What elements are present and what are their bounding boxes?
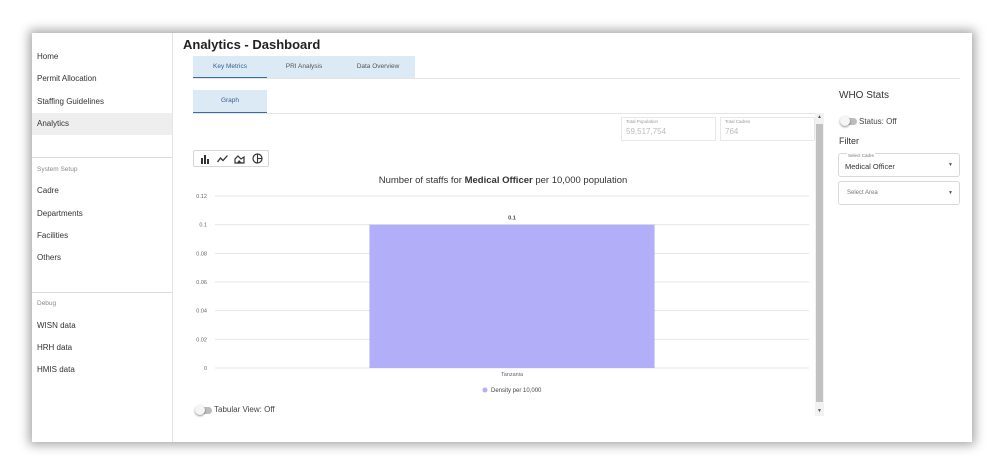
chart-scrollbar[interactable]: ▲ ▼ [815,113,824,416]
chevron-down-icon: ▼ [948,190,953,196]
sidebar-item-facilities[interactable]: Facilities [32,225,172,247]
scroll-down-arrow-icon[interactable]: ▼ [815,407,824,416]
sidebar-item-permit-allocation[interactable]: Permit Allocation [32,68,172,90]
area-select[interactable]: Select Area ▼ [838,181,960,205]
total-cadres-value: 764 [725,127,739,136]
chevron-down-icon: ▼ [948,162,953,168]
tab-bar: Key Metrics PRI Analysis Data Overview [193,56,415,78]
sidebar-item-hmis-data[interactable]: HMIS data [32,359,172,381]
scrollbar-thumb[interactable] [816,124,823,402]
sidebar-item-wisn-data[interactable]: WISN data [32,315,172,337]
sidebar-item-hrh-data[interactable]: HRH data [32,337,172,359]
bar-chart-icon[interactable] [198,152,212,166]
cadre-select-value: Medical Officer [845,162,895,171]
legend-label: Density per 10,000 [491,388,542,394]
cadre-select-label: Select Cadre [847,153,876,158]
y-tick-label: 0.12 [196,194,207,200]
bar-data-label: 0.1 [508,216,516,222]
y-tick-label: 0 [204,366,207,372]
chart-title: Number of staffs for Medical Officer per… [379,175,628,186]
total-population-field: Total Population 59,517,754 [621,117,716,141]
tab-key-metrics[interactable]: Key Metrics [193,56,267,78]
legend-swatch [482,387,488,393]
total-cadres-field: Total Cadres 764 [720,117,815,141]
filter-title: Filter [839,136,859,146]
y-tick-label: 0.1 [199,223,207,229]
y-tick-label: 0.04 [196,309,207,315]
x-tick-label: Tanzania [501,372,524,378]
area-select-placeholder: Select Area [847,190,878,196]
sidebar-item-analytics[interactable]: Analytics [32,113,172,135]
sidebar-divider [32,157,172,158]
who-status-toggle[interactable] [840,116,857,126]
y-tick-label: 0.02 [196,337,207,343]
who-stats-title: WHO Stats [839,90,890,101]
tab-divider [193,78,960,79]
total-population-value: 59,517,754 [626,127,667,136]
bar-chart: Number of staffs for Medical Officer per… [196,175,809,394]
tab-pri-analysis[interactable]: PRI Analysis [267,56,341,78]
line-chart-icon[interactable] [215,152,229,166]
pie-chart-icon[interactable] [250,152,264,166]
sidebar: Home Permit Allocation Staffing Guidelin… [32,33,173,442]
sidebar-section-system-setup: System Setup [37,166,78,173]
total-population-label: Total Population [626,119,659,124]
sidebar-divider [32,292,172,293]
subtab-divider [193,113,823,114]
tab-graph[interactable]: Graph [193,90,267,113]
tab-data-overview[interactable]: Data Overview [341,56,415,78]
page-title: Analytics - Dashboard [183,37,321,52]
sidebar-item-cadre[interactable]: Cadre [32,180,172,202]
y-tick-label: 0.08 [196,251,207,257]
y-tick-label: 0.06 [196,280,207,286]
sidebar-item-home[interactable]: Home [32,46,172,68]
cadre-select[interactable]: Select Cadre Medical Officer ▼ [838,153,960,177]
total-cadres-label: Total Cadres [725,119,751,124]
bar [369,224,655,368]
tabular-view-toggle[interactable] [195,405,212,415]
sidebar-item-departments[interactable]: Departments [32,203,172,225]
area-chart-icon[interactable] [233,152,247,166]
sidebar-item-others[interactable]: Others [32,247,172,269]
app-window: Home Permit Allocation Staffing Guidelin… [32,33,972,442]
sidebar-item-staffing-guidelines[interactable]: Staffing Guidelines [32,91,172,113]
main-content: Analytics - Dashboard Key Metrics PRI An… [173,33,972,442]
scroll-up-arrow-icon[interactable]: ▲ [815,113,824,122]
tabular-view-label: Tabular View: Off [214,405,275,414]
chart-type-toolbar [193,150,269,167]
sidebar-section-debug: Debug [37,300,57,307]
who-status-label: Status: Off [859,117,897,126]
